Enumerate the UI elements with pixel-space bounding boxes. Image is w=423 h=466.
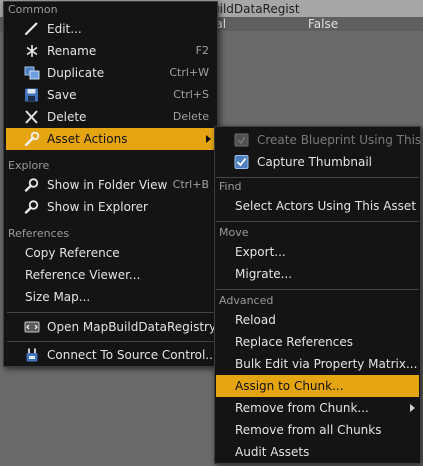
section-header-move: Move (219, 226, 249, 239)
duplicate-icon (24, 66, 40, 80)
source-control-icon (24, 348, 40, 362)
menu-item-reference-viewer-label: Reference Viewer... (25, 268, 141, 282)
menu-item-show-in-explorer-label: Show in Explorer (47, 200, 148, 214)
menu-item-rename-label: Rename (47, 44, 97, 58)
pencil-icon (24, 22, 40, 36)
details-header-title: uildDataRegist (212, 2, 300, 16)
menu-item-migrate[interactable]: Migrate... (216, 263, 419, 285)
menu-item-assign-to-chunk[interactable]: Assign to Chunk... (216, 375, 419, 397)
section-header-explore: Explore (8, 159, 50, 172)
magnifier-icon (24, 178, 40, 192)
menu-item-reference-viewer[interactable]: Reference Viewer... (6, 264, 215, 286)
menu-item-export[interactable]: Export... (216, 241, 419, 263)
menu-item-remove-from-all-chunks-label: Remove from all Chunks (235, 423, 382, 437)
menu-item-delete-label: Delete (47, 110, 87, 124)
menu-item-duplicate[interactable]: Duplicate Ctrl+W (6, 62, 215, 84)
save-shortcut: Ctrl+S (173, 88, 209, 101)
menu-item-capture-thumbnail-label: Capture Thumbnail (257, 155, 373, 169)
menu-item-edit-label: Edit... (47, 22, 82, 36)
menu-item-copy-reference[interactable]: Copy Reference (6, 242, 215, 264)
menu-item-rename[interactable]: Rename F2 (6, 40, 215, 62)
menu-item-create-blueprint-label: Create Blueprint Using This... (257, 133, 423, 147)
menu-item-assign-to-chunk-label: Assign to Chunk... (235, 379, 344, 393)
menu-item-bulk-edit[interactable]: Bulk Edit via Property Matrix... (216, 353, 419, 375)
section-header-advanced: Advanced (219, 294, 274, 307)
blueprint-icon (234, 133, 250, 147)
menu-item-size-map[interactable]: Size Map... (6, 286, 215, 308)
floppy-disk-icon (24, 88, 40, 102)
menu-item-migrate-label: Migrate... (235, 267, 293, 281)
menu-item-open-source-file[interactable]: Open MapBuildDataRegistry.h (6, 316, 226, 338)
menu-separator (7, 312, 214, 313)
menu-item-select-actors-label: Select Actors Using This Asset (235, 199, 417, 213)
submenu-arrow-icon (206, 135, 211, 143)
menu-item-show-in-explorer[interactable]: Show in Explorer (6, 196, 215, 218)
magnifier-icon (24, 200, 40, 214)
show-in-folder-view-shortcut: Ctrl+B (172, 178, 209, 191)
menu-item-remove-from-all-chunks[interactable]: Remove from all Chunks (216, 419, 419, 441)
menu-item-bulk-edit-label: Bulk Edit via Property Matrix... (235, 357, 418, 371)
menu-item-delete[interactable]: Delete Delete (6, 106, 215, 128)
code-file-icon (24, 320, 40, 334)
menu-separator (216, 221, 419, 222)
duplicate-shortcut: Ctrl+W (169, 66, 209, 79)
menu-item-connect-to-source-control[interactable]: Connect To Source Control... (6, 344, 217, 366)
menu-item-open-source-file-label: Open MapBuildDataRegistry.h (47, 320, 226, 334)
menu-item-audit-assets-label: Audit Assets (235, 445, 310, 459)
submenu-arrow-icon (410, 404, 415, 412)
menu-item-connect-to-source-control-label: Connect To Source Control... (47, 348, 217, 362)
menu-item-edit[interactable]: Edit... (6, 18, 215, 40)
menu-item-show-in-folder-view[interactable]: Show in Folder View Ctrl+B (6, 174, 215, 196)
asset-actions-submenu: Create Blueprint Using This... Capture T… (214, 126, 423, 464)
delete-shortcut: Delete (172, 110, 209, 123)
menu-item-asset-actions[interactable]: Asset Actions (6, 128, 215, 150)
menu-item-audit-assets[interactable]: Audit Assets (216, 441, 419, 463)
menu-item-select-actors[interactable]: Select Actors Using This Asset (216, 195, 419, 217)
asset-context-menu: Common Edit... Rename F2 Duplicate Ctrl+… (3, 1, 226, 367)
section-header-find: Find (219, 180, 242, 193)
menu-item-export-label: Export... (235, 245, 286, 259)
menu-item-remove-from-chunk-label: Remove from Chunk... (235, 401, 369, 415)
menu-item-remove-from-chunk[interactable]: Remove from Chunk... (216, 397, 419, 419)
property-row-value: False (308, 17, 339, 31)
checkbox-checked-icon (234, 155, 250, 169)
menu-item-show-in-folder-view-label: Show in Folder View (47, 178, 168, 192)
section-header-references: References (8, 227, 70, 240)
menu-item-save-label: Save (47, 88, 77, 102)
menu-item-reload-label: Reload (235, 313, 276, 327)
menu-item-asset-actions-label: Asset Actions (47, 132, 128, 146)
menu-item-size-map-label: Size Map... (25, 290, 91, 304)
menu-item-capture-thumbnail[interactable]: Capture Thumbnail (216, 151, 419, 173)
menu-item-replace-references-label: Replace References (235, 335, 353, 349)
menu-separator (7, 341, 214, 342)
x-delete-icon (24, 110, 40, 124)
rename-icon (24, 44, 40, 58)
menu-item-reload[interactable]: Reload (216, 309, 419, 331)
wrench-icon (24, 131, 40, 147)
menu-item-copy-reference-label: Copy Reference (25, 246, 120, 260)
menu-separator (216, 177, 419, 178)
menu-item-save[interactable]: Save Ctrl+S (6, 84, 215, 106)
menu-separator (216, 289, 419, 290)
menu-item-duplicate-label: Duplicate (47, 66, 105, 80)
rename-shortcut: F2 (195, 44, 209, 57)
section-header-common: Common (8, 3, 58, 16)
menu-item-create-blueprint[interactable]: Create Blueprint Using This... (216, 129, 423, 151)
menu-item-replace-references[interactable]: Replace References (216, 331, 419, 353)
